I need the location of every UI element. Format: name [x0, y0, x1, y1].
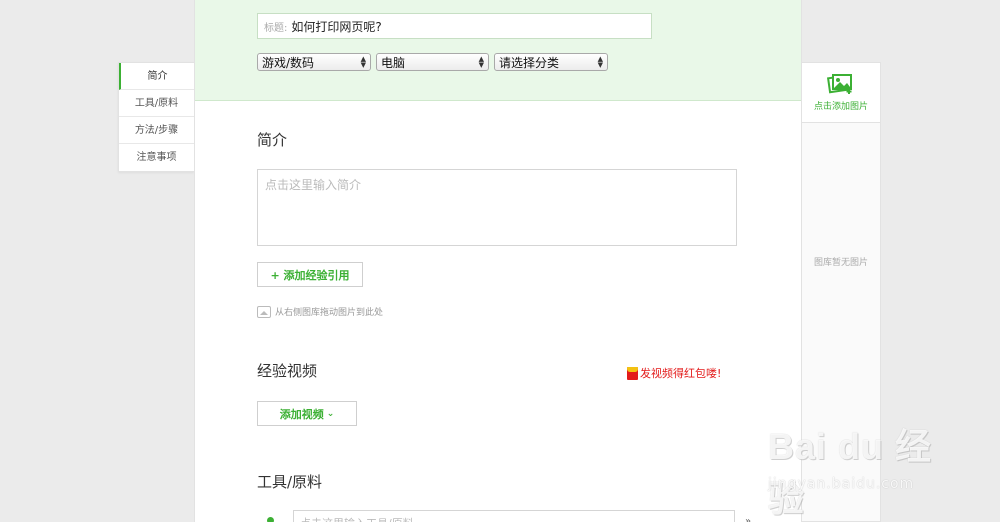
- drag-hint: 从右侧图库拖动图片到此处: [257, 305, 383, 318]
- nav-item-steps[interactable]: 方法/步骤: [119, 117, 194, 144]
- add-image-button[interactable]: 点击添加图片: [802, 63, 880, 123]
- bullet-dot-icon: [267, 517, 274, 522]
- video-promo[interactable]: 发视频得红包喽!: [627, 365, 721, 381]
- category-select-1-value: 游戏/数码: [262, 55, 315, 70]
- chevron-down-icon: ⌄: [326, 408, 335, 419]
- category-select-3-value: 请选择分类: [499, 55, 560, 70]
- gallery-empty-text: 图库暂无图片: [813, 258, 868, 268]
- drag-hint-text: 从右侧图库拖动图片到此处: [275, 308, 384, 318]
- tool-row: 点击这里输入工具/原料 »: [257, 508, 751, 522]
- nav-item-notes[interactable]: 注意事项: [119, 144, 194, 171]
- intro-heading: 简介: [257, 131, 288, 149]
- add-reference-button[interactable]: + 添加经验引用: [257, 262, 363, 287]
- category-select-1[interactable]: 游戏/数码 ▲ ▼: [257, 53, 371, 71]
- red-envelope-icon: [627, 366, 638, 380]
- title-input[interactable]: 标题: 如何打印网页呢?: [257, 13, 652, 39]
- select-arrows-icon: ▲ ▼: [360, 55, 366, 69]
- tool-input[interactable]: 点击这里输入工具/原料: [293, 510, 735, 522]
- video-promo-text: 发视频得红包喽!: [640, 367, 722, 380]
- tools-heading: 工具/原料: [257, 473, 323, 491]
- image-gallery: 点击添加图片 图库暂无图片: [802, 62, 881, 522]
- add-video-button[interactable]: 添加视频 ⌄: [257, 401, 357, 426]
- add-image-label: 点击添加图片: [813, 102, 868, 112]
- add-video-label: 添加视频: [279, 407, 324, 421]
- category-select-3[interactable]: 请选择分类 ▲ ▼: [494, 53, 608, 71]
- nav-item-intro[interactable]: 简介: [119, 63, 194, 90]
- title-area: 标题: 如何打印网页呢? 游戏/数码 ▲ ▼ 电脑 ▲ ▼ 请选择分类 ▲ ▼: [195, 0, 801, 101]
- add-picture-icon: [827, 74, 852, 94]
- title-value: 如何打印网页呢?: [291, 19, 382, 34]
- category-select-2-value: 电脑: [381, 55, 406, 70]
- image-icon: [257, 305, 271, 318]
- category-select-2[interactable]: 电脑 ▲ ▼: [376, 53, 489, 71]
- category-selects: 游戏/数码 ▲ ▼ 电脑 ▲ ▼ 请选择分类 ▲ ▼: [257, 53, 608, 71]
- select-arrows-icon: ▲ ▼: [478, 55, 484, 69]
- video-heading: 经验视频: [257, 362, 318, 380]
- nav-item-tools[interactable]: 工具/原料: [119, 90, 194, 117]
- intro-textarea[interactable]: 点击这里输入简介: [257, 169, 737, 246]
- title-label: 标题:: [264, 22, 288, 34]
- chevron-icon[interactable]: »: [745, 516, 751, 522]
- select-arrows-icon: ▲ ▼: [597, 55, 603, 69]
- editor-panel: 标题: 如何打印网页呢? 游戏/数码 ▲ ▼ 电脑 ▲ ▼ 请选择分类 ▲ ▼ 简介 …: [194, 0, 802, 522]
- section-nav: 简介 工具/原料 方法/步骤 注意事项: [118, 62, 194, 172]
